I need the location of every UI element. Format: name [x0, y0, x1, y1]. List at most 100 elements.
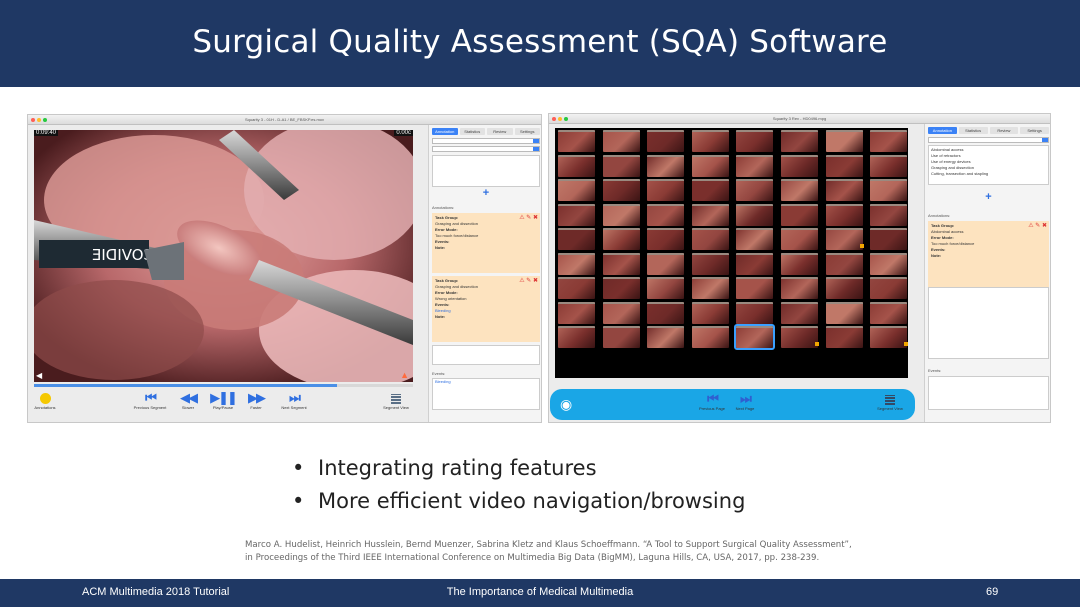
- segment-thumbnail[interactable]: [781, 301, 818, 324]
- dropdown-item[interactable]: Cutting, transection and stapling: [929, 171, 1048, 177]
- error-mode-select[interactable]: [432, 146, 540, 152]
- segment-thumbnail[interactable]: [736, 179, 774, 201]
- segment-thumbnail[interactable]: [825, 203, 863, 226]
- segment-thumbnail[interactable]: [647, 228, 685, 250]
- segment-thumbnail[interactable]: [602, 203, 640, 226]
- segment-thumbnail[interactable]: [736, 301, 774, 324]
- edit-delete-icons[interactable]: ⚠ ✎ ✖: [519, 215, 538, 221]
- segment-thumbnail[interactable]: [558, 179, 595, 201]
- segment-thumbnail[interactable]: [647, 301, 685, 324]
- segment-thumbnail[interactable]: [602, 326, 640, 348]
- segment-thumbnail[interactable]: [870, 154, 908, 177]
- segment-thumbnail[interactable]: [825, 179, 863, 201]
- edit-delete-icons[interactable]: ⚠ ✎ ✖: [1028, 223, 1047, 229]
- note-textarea[interactable]: [432, 155, 540, 187]
- segment-thumbnail[interactable]: [870, 130, 908, 152]
- segment-thumbnail[interactable]: [736, 154, 774, 177]
- segment-thumbnail[interactable]: [781, 130, 818, 152]
- segment-view-button[interactable]: Segment View: [379, 391, 413, 410]
- minimize-window-button[interactable]: [37, 118, 41, 122]
- segment-thumbnail[interactable]: [825, 252, 863, 275]
- segment-thumbnail[interactable]: [558, 326, 595, 348]
- segment-thumbnail[interactable]: [825, 130, 863, 152]
- volume-icon[interactable]: ◀: [36, 371, 42, 380]
- segment-thumbnail[interactable]: [781, 277, 818, 299]
- segment-thumbnail[interactable]: [602, 301, 640, 324]
- annotation-card-1[interactable]: ⚠ ✎ ✖ Task Group: Grasping and dissectio…: [432, 213, 540, 273]
- segment-thumbnail[interactable]: [691, 277, 729, 299]
- segment-thumbnail[interactable]: [602, 179, 640, 201]
- events-list-item[interactable]: Bleeding: [433, 379, 539, 385]
- segment-thumbnail[interactable]: [647, 154, 685, 177]
- segment-thumbnail[interactable]: [825, 277, 863, 299]
- events-list[interactable]: Bleeding: [432, 378, 540, 410]
- events-list[interactable]: [928, 376, 1049, 410]
- segment-thumbnail[interactable]: [781, 326, 818, 348]
- segment-thumbnail[interactable]: [647, 203, 685, 226]
- segment-thumbnail[interactable]: [691, 301, 729, 324]
- next-segment-button[interactable]: ⏭ Next Segment: [277, 391, 311, 411]
- segment-thumbnail[interactable]: [825, 154, 863, 177]
- segment-thumbnail[interactable]: [781, 252, 818, 275]
- segment-thumbnail[interactable]: [691, 326, 729, 348]
- segment-thumbnail[interactable]: [691, 203, 729, 226]
- task-group-select[interactable]: [928, 137, 1049, 143]
- segment-thumbnail[interactable]: [825, 228, 863, 250]
- segment-thumbnail[interactable]: [647, 252, 685, 275]
- task-group-dropdown-list[interactable]: Abdominal access Use of retractors Use o…: [928, 145, 1049, 185]
- slower-button[interactable]: ◀◀ Slower: [171, 391, 205, 411]
- edit-delete-icons[interactable]: ⚠ ✎ ✖: [519, 278, 538, 284]
- segment-thumbnail[interactable]: [602, 252, 640, 275]
- segment-thumbnail[interactable]: [647, 277, 685, 299]
- close-window-button[interactable]: [31, 118, 35, 122]
- segment-thumbnail[interactable]: [558, 252, 595, 275]
- segment-thumbnail[interactable]: [870, 252, 908, 275]
- segment-thumbnail[interactable]: [870, 301, 908, 324]
- segment-thumbnail[interactable]: [781, 228, 818, 250]
- segment-thumbnail[interactable]: [558, 228, 595, 250]
- next-page-button[interactable]: ⏭ Next Page: [728, 392, 762, 412]
- add-annotation-button[interactable]: +: [925, 191, 1050, 203]
- add-annotation-button[interactable]: +: [429, 187, 541, 199]
- segment-thumbnail[interactable]: [602, 154, 640, 177]
- segment-thumbnail[interactable]: [870, 179, 908, 201]
- segment-thumbnail[interactable]: [647, 130, 685, 152]
- play-pause-button[interactable]: ▶❚❚ Play/Pause: [206, 391, 240, 411]
- segment-thumbnail[interactable]: [736, 228, 774, 250]
- segment-thumbnail[interactable]: [558, 130, 595, 152]
- minimize-window-button[interactable]: [558, 117, 562, 121]
- segment-thumbnail[interactable]: [647, 179, 685, 201]
- annotation-card-2[interactable]: ⚠ ✎ ✖ Task Group: Grasping and dissectio…: [432, 276, 540, 342]
- segment-thumbnail[interactable]: [870, 228, 908, 250]
- segment-thumbnail[interactable]: [558, 154, 595, 177]
- segment-thumbnail[interactable]: [691, 130, 729, 152]
- tab-review[interactable]: Review: [989, 127, 1019, 134]
- segment-thumbnail[interactable]: [736, 277, 774, 299]
- segment-thumbnail[interactable]: [734, 324, 776, 350]
- segment-thumbnail[interactable]: [870, 203, 908, 226]
- segment-thumbnail[interactable]: [781, 203, 818, 226]
- segment-thumbnail[interactable]: [736, 252, 774, 275]
- eye-icon[interactable]: ◉: [560, 396, 572, 413]
- segment-view-button[interactable]: Segment View: [873, 392, 907, 411]
- segment-thumbnail[interactable]: [602, 130, 640, 152]
- segment-thumbnail[interactable]: [691, 228, 729, 250]
- tab-review[interactable]: Review: [487, 128, 513, 135]
- tab-annotation[interactable]: Annotation: [432, 128, 458, 135]
- segment-thumbnail[interactable]: [602, 228, 640, 250]
- tab-settings[interactable]: Settings: [514, 128, 540, 135]
- tab-statistics[interactable]: Statistics: [958, 127, 988, 134]
- annotation-card-1[interactable]: ⚠ ✎ ✖ Task Group: Abdominal access Error…: [928, 221, 1049, 287]
- segment-thumbnail[interactable]: [558, 301, 595, 324]
- previous-page-button[interactable]: ⏮ Previous Page: [695, 392, 729, 412]
- zoom-window-button[interactable]: [564, 117, 568, 121]
- surgical-video-frame[interactable]: COVIDIE 0:09:40 0.00c ◀ ▲: [34, 130, 413, 382]
- segment-thumbnail[interactable]: [647, 326, 685, 348]
- segment-thumbnail[interactable]: [736, 130, 774, 152]
- segment-thumbnail[interactable]: [691, 179, 729, 201]
- annotations-button[interactable]: Annotations: [28, 391, 62, 410]
- segment-thumbnail[interactable]: [691, 252, 729, 275]
- segment-thumbnail[interactable]: [870, 277, 908, 299]
- segment-thumbnail[interactable]: [825, 301, 863, 324]
- previous-segment-button[interactable]: ⏮ Previous Segment: [133, 391, 167, 411]
